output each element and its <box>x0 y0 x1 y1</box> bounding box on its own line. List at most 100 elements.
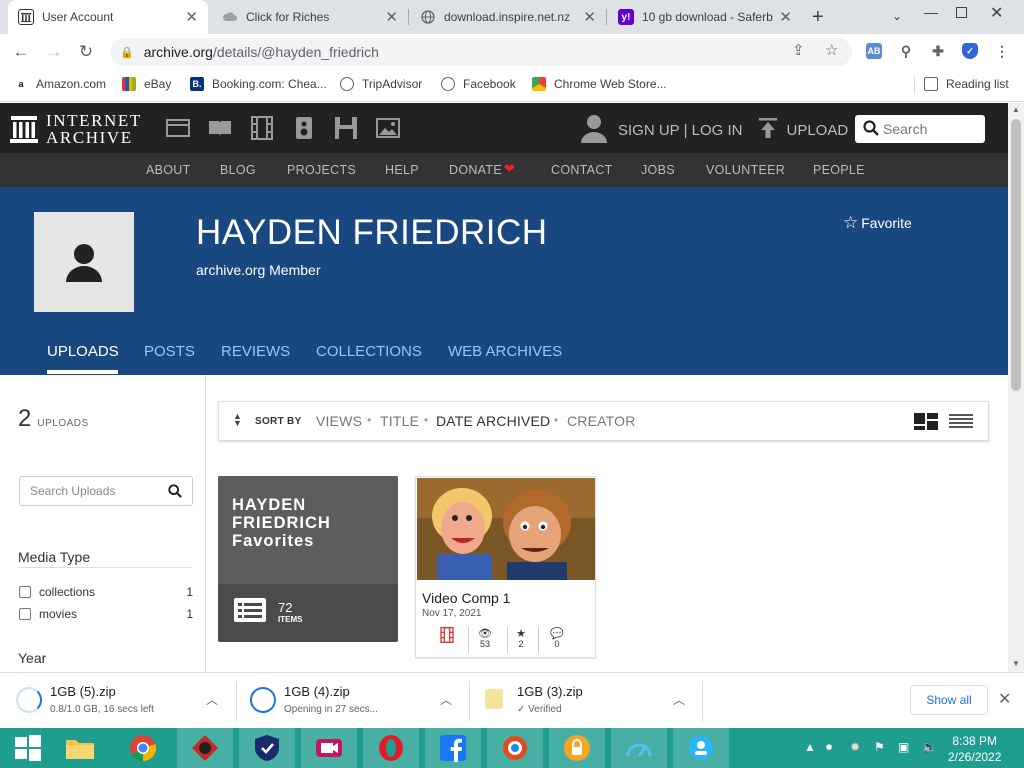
checkbox[interactable] <box>19 608 31 620</box>
bookmark-chrome-web-store[interactable]: Chrome Web Store... <box>532 77 667 91</box>
bookmark-facebook[interactable]: Facebook <box>441 77 516 91</box>
app-icon-blue[interactable] <box>673 728 729 768</box>
facebook-icon[interactable] <box>425 728 481 768</box>
taskbar-clock[interactable]: 8:38 PM 2/26/2022 <box>948 733 1001 765</box>
minimize-button[interactable]: — <box>924 4 938 20</box>
tab-user-account[interactable]: User Account ✕ <box>8 0 208 34</box>
tab-posts[interactable]: POSTS <box>144 343 195 360</box>
windows-start-icon[interactable] <box>0 728 56 768</box>
vpn-shield-icon[interactable] <box>239 728 295 768</box>
shield-extension-icon[interactable]: ✓ <box>962 43 978 59</box>
reading-list[interactable]: Reading list <box>924 77 1009 91</box>
close-tab-icon[interactable]: ✕ <box>385 8 398 26</box>
sign-up-login-link[interactable]: SIGN UP | LOG IN <box>618 122 742 139</box>
back-icon[interactable]: ← <box>8 40 34 64</box>
app-icon-swirl[interactable] <box>487 728 543 768</box>
facet-movies[interactable]: movies 1 <box>19 607 193 621</box>
sort-views[interactable]: VIEWS <box>316 413 362 429</box>
ia-logo[interactable]: INTERNET ARCHIVE <box>10 112 142 146</box>
network-tray-icon[interactable]: ▣ <box>898 740 909 754</box>
nav-blog[interactable]: BLOG <box>220 163 256 177</box>
checkbox[interactable] <box>19 586 31 598</box>
close-tab-icon[interactable]: ✕ <box>583 8 596 26</box>
facet-collections[interactable]: collections 1 <box>19 585 193 599</box>
forward-icon[interactable]: → <box>41 40 67 64</box>
audio-icon[interactable] <box>292 116 316 140</box>
scroll-down-icon[interactable]: ▼ <box>1012 659 1020 668</box>
tab-web-archives[interactable]: WEB ARCHIVES <box>448 343 562 360</box>
recorder-tray-icon[interactable]: ⏺ <box>826 740 832 755</box>
extensions-puzzle-icon[interactable]: ✚ <box>930 43 946 59</box>
tab-search-icon[interactable]: ⌄ <box>892 9 902 23</box>
download-item[interactable]: 1GB (5).zip 0.8/1.0 GB, 16 secs left ︿ <box>0 673 233 729</box>
bookmark-star-icon[interactable]: ☆ <box>825 41 838 59</box>
close-tab-icon[interactable]: ✕ <box>185 8 198 26</box>
sort-arrows-icon[interactable]: ▲ ▼ <box>233 412 242 428</box>
new-tab-button[interactable]: + <box>812 6 824 29</box>
download-item[interactable]: 1GB (3).zip ✓ Verified ︿ <box>467 673 700 729</box>
ia-search-input[interactable]: Search <box>855 115 985 143</box>
volume-muted-icon[interactable]: 🔈 <box>922 740 937 754</box>
lock-app-icon[interactable] <box>549 728 605 768</box>
chevron-up-icon[interactable]: ︿ <box>440 691 452 708</box>
adblock-extension-icon[interactable]: AB <box>866 43 882 59</box>
sort-date-archived[interactable]: DATE ARCHIVED <box>436 413 550 429</box>
notifications-icon[interactable] <box>1004 734 1020 760</box>
video-icon[interactable] <box>250 116 274 140</box>
flag-tray-icon[interactable]: ⚑ <box>874 740 885 754</box>
tab-saferbrowser-search[interactable]: y! 10 gb download - Saferb ✕ <box>608 0 802 34</box>
close-shelf-icon[interactable]: ✕ <box>998 689 1011 709</box>
app-icon-red[interactable] <box>177 728 233 768</box>
texts-icon[interactable] <box>208 116 232 140</box>
video-thumbnail[interactable] <box>417 478 595 580</box>
share-icon[interactable]: ⇪ <box>792 41 805 59</box>
nav-help[interactable]: HELP <box>385 163 419 177</box>
bookmark-ebay[interactable]: eBay <box>122 77 171 91</box>
search-icon[interactable] <box>168 484 182 501</box>
close-window-button[interactable]: ✕ <box>990 3 1003 23</box>
sort-title[interactable]: TITLE <box>380 413 419 429</box>
speedtest-icon[interactable] <box>611 728 667 768</box>
nav-volunteer[interactable]: VOLUNTEER <box>706 163 785 177</box>
chrome-icon[interactable] <box>115 728 171 768</box>
chevron-up-icon[interactable]: ︿ <box>673 691 685 708</box>
favorites-collection-tile[interactable]: HAYDEN FRIEDRICH Favorites 72 ITEMS <box>218 476 398 642</box>
search-uploads-input[interactable]: Search Uploads <box>19 476 193 506</box>
tab-collections[interactable]: COLLECTIONS <box>316 343 422 360</box>
download-item[interactable]: 1GB (4).zip Opening in 27 secs... ︿ <box>234 673 467 729</box>
nav-people[interactable]: PEOPLE <box>813 163 865 177</box>
nav-jobs[interactable]: JOBS <box>641 163 675 177</box>
scroll-up-icon[interactable]: ▲ <box>1012 105 1020 114</box>
close-tab-icon[interactable]: ✕ <box>779 8 792 26</box>
chevron-up-icon[interactable]: ︿ <box>206 691 218 708</box>
images-icon[interactable] <box>376 116 400 140</box>
video-item-tile[interactable]: Video Comp 1 Nov 17, 2021 👁 53 ★ 2 💬 0 <box>415 476 596 658</box>
upload-icon[interactable] <box>758 117 778 143</box>
list-view-icon[interactable] <box>949 414 973 433</box>
tab-click-for-riches[interactable]: Click for Riches ✕ <box>212 0 408 34</box>
zoom-icon[interactable]: ⚲ <box>898 43 914 59</box>
file-explorer-icon[interactable] <box>52 728 108 768</box>
video-title[interactable]: Video Comp 1 <box>422 590 510 606</box>
web-icon[interactable] <box>166 116 190 140</box>
tab-reviews[interactable]: REVIEWS <box>221 343 290 360</box>
tab-uploads[interactable]: UPLOADS <box>47 343 119 360</box>
nav-contact[interactable]: CONTACT <box>551 163 613 177</box>
show-hidden-icons[interactable]: ▲ <box>804 740 816 754</box>
address-bar[interactable]: 🔒 archive.org/details/@hayden_friedrich <box>110 38 852 66</box>
tile-view-icon[interactable] <box>914 413 938 433</box>
scrollbar-thumb[interactable] <box>1011 119 1021 391</box>
favorite-button[interactable]: ☆ Favorite <box>843 213 912 233</box>
user-icon[interactable] <box>580 113 608 147</box>
bookmark-booking[interactable]: B. Booking.com: Chea... <box>190 77 327 91</box>
upload-link[interactable]: UPLOAD <box>786 122 848 139</box>
menu-icon[interactable]: ⋮ <box>994 43 1010 59</box>
restore-button[interactable] <box>956 7 967 18</box>
show-all-downloads-button[interactable]: Show all <box>910 685 988 715</box>
nav-about[interactable]: ABOUT <box>146 163 191 177</box>
software-icon[interactable] <box>334 116 358 140</box>
nav-projects[interactable]: PROJECTS <box>287 163 356 177</box>
bookmark-amazon[interactable]: a Amazon.com <box>14 77 106 91</box>
screen-recorder-icon[interactable] <box>301 728 357 768</box>
reload-icon[interactable]: ↻ <box>73 40 99 64</box>
